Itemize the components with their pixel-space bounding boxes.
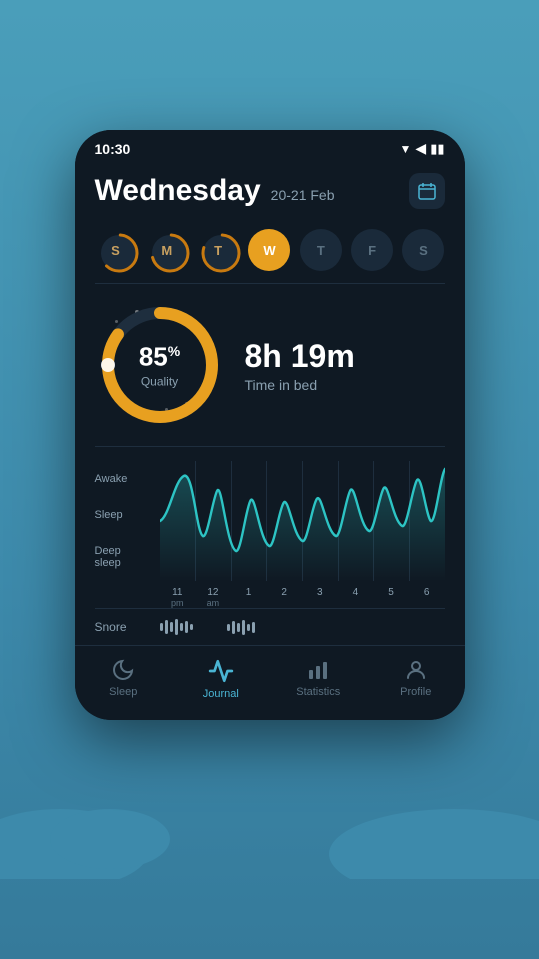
nav-sleep[interactable]: Sleep bbox=[75, 654, 173, 704]
status-bar: 10:30 ▼ ◀ ▮▮ bbox=[75, 130, 465, 163]
day-s2[interactable]: S bbox=[402, 229, 444, 271]
y-label-deepsleep: Deepsleep bbox=[95, 545, 160, 569]
phone-content: Wednesday 20-21 Feb S bbox=[75, 163, 465, 645]
y-label-awake: Awake bbox=[95, 473, 160, 485]
sleep-time: 8h 19m bbox=[245, 338, 355, 375]
quality-donut: 85% Quality bbox=[95, 300, 225, 430]
day-t2[interactable]: T bbox=[300, 229, 342, 271]
status-icons: ▼ ◀ ▮▮ bbox=[400, 140, 445, 157]
signal-icon: ◀ bbox=[415, 140, 426, 157]
x-label-12: 12am bbox=[195, 587, 231, 608]
x-label-11: 11pm bbox=[160, 587, 196, 608]
day-header-left: Wednesday 20-21 Feb bbox=[95, 174, 335, 208]
day-m[interactable]: M bbox=[146, 229, 188, 271]
nav-profile-label: Profile bbox=[400, 686, 431, 698]
day-w[interactable]: W bbox=[248, 229, 290, 271]
chart-y-labels: Awake Sleep Deepsleep bbox=[95, 461, 160, 581]
day-date: 20-21 Feb bbox=[271, 187, 335, 203]
wifi-icon: ▼ bbox=[400, 142, 412, 156]
sleep-stats: 8h 19m Time in bed bbox=[245, 338, 355, 393]
x-label-6: 6 bbox=[409, 587, 445, 608]
nav-journal[interactable]: Journal bbox=[172, 654, 270, 704]
status-time: 10:30 bbox=[95, 141, 131, 157]
background-clouds bbox=[0, 759, 539, 879]
day-f[interactable]: F bbox=[351, 229, 393, 271]
snore-waves bbox=[160, 619, 445, 635]
sleep-icon bbox=[111, 658, 135, 682]
sleep-time-label: Time in bed bbox=[245, 377, 355, 393]
x-label-5: 5 bbox=[373, 587, 409, 608]
quality-center: 85% Quality bbox=[139, 342, 180, 389]
day-t1[interactable]: T bbox=[197, 229, 239, 271]
statistics-icon bbox=[306, 658, 330, 682]
nav-statistics-label: Statistics bbox=[296, 686, 340, 698]
sleep-quality-section: 85% Quality 8h 19m Time in bed bbox=[95, 284, 445, 447]
battery-icon: ▮▮ bbox=[430, 141, 444, 157]
x-label-3: 3 bbox=[302, 587, 338, 608]
nav-sleep-label: Sleep bbox=[109, 686, 137, 698]
week-days: S M T W bbox=[95, 221, 445, 284]
bottom-nav: Sleep Journal Statistics Profile bbox=[75, 645, 465, 720]
chart-wrapper: Awake Sleep Deepsleep bbox=[95, 461, 445, 581]
calendar-button[interactable] bbox=[409, 173, 445, 209]
day-header: Wednesday 20-21 Feb bbox=[95, 163, 445, 221]
profile-icon bbox=[404, 658, 428, 682]
quality-label: Quality bbox=[139, 375, 180, 389]
x-label-4: 4 bbox=[338, 587, 374, 608]
snore-label: Snore bbox=[95, 620, 160, 634]
day-s1[interactable]: S bbox=[95, 229, 137, 271]
x-label-2: 2 bbox=[266, 587, 302, 608]
x-label-1: 1 bbox=[231, 587, 267, 608]
snore-section: Snore bbox=[95, 608, 445, 645]
nav-journal-label: Journal bbox=[203, 688, 239, 700]
y-label-sleep: Sleep bbox=[95, 509, 160, 521]
phone-frame: 10:30 ▼ ◀ ▮▮ Wednesday 20-21 Feb bbox=[75, 130, 465, 720]
quality-percent: 85% bbox=[139, 342, 180, 373]
sleep-chart: Awake Sleep Deepsleep bbox=[95, 447, 445, 608]
nav-profile[interactable]: Profile bbox=[367, 654, 465, 704]
nav-statistics[interactable]: Statistics bbox=[270, 654, 368, 704]
chart-x-labels: 11pm 12am 1 2 3 4 5 6 bbox=[160, 581, 445, 608]
chart-graph bbox=[160, 461, 445, 581]
day-name: Wednesday bbox=[95, 174, 261, 208]
journal-icon bbox=[208, 658, 234, 684]
